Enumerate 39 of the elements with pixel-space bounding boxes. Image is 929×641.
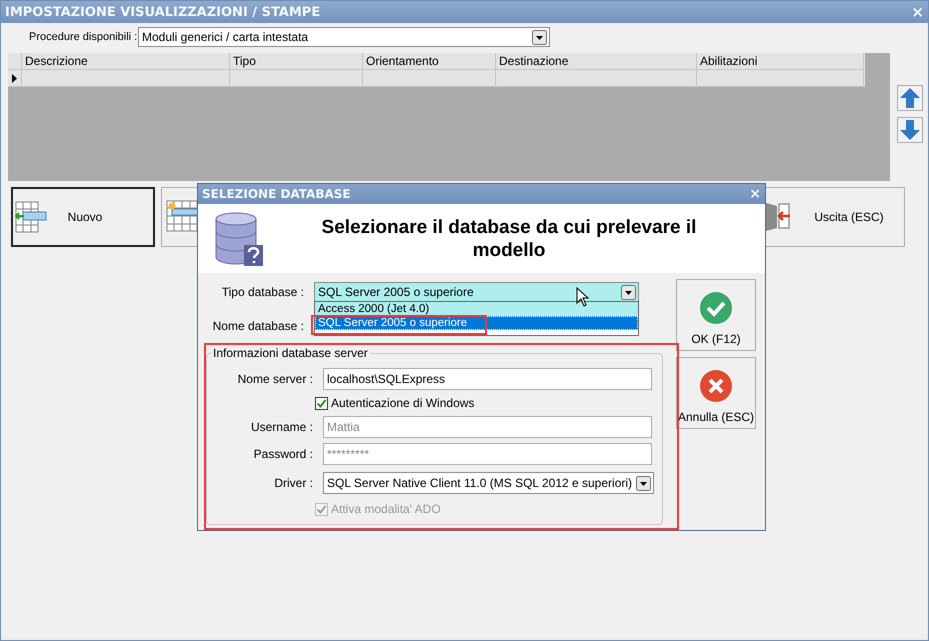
- driver-dropdown[interactable]: SQL Server Native Client 11.0 (MS SQL 2012 e superiori): [323, 472, 654, 494]
- ok-button[interactable]: OK (F12): [676, 279, 756, 351]
- checkbox-label: Autenticazione di Windows: [331, 396, 474, 410]
- procedure-dropdown[interactable]: Moduli generici / carta intestata: [138, 27, 550, 47]
- new-button[interactable]: Nuovo: [11, 187, 155, 247]
- field-label: Procedure disponibili :: [29, 31, 138, 43]
- move-down-button[interactable]: [897, 117, 923, 143]
- dialog-title: SELEZIONE DATABASE: [202, 187, 351, 201]
- row-pointer-icon: [12, 74, 17, 82]
- grid-cell[interactable]: [230, 70, 363, 87]
- field-label: Username :: [250, 420, 313, 434]
- checkbox-label: Attiva modalita' ADO: [331, 502, 441, 516]
- exit-button[interactable]: Uscita (ESC): [765, 187, 905, 247]
- grid-cell[interactable]: [22, 70, 230, 87]
- server-name-field[interactable]: localhost\SQLExpress: [323, 368, 652, 390]
- row-selector-cell[interactable]: [8, 70, 22, 87]
- cancel-button[interactable]: Annulla (ESC): [676, 357, 756, 429]
- grid-cell[interactable]: [363, 70, 496, 87]
- grid-cell[interactable]: [496, 70, 697, 87]
- database-question-icon: [214, 210, 264, 266]
- down-arrow-icon: [899, 119, 921, 141]
- up-arrow-icon: [899, 87, 921, 109]
- field-label: Driver :: [273, 476, 313, 490]
- close-icon: [700, 370, 732, 402]
- field-label: Nome server :: [236, 372, 313, 386]
- checkmark-icon: [700, 292, 732, 324]
- field-label: Tipo database :: [220, 285, 304, 299]
- field-label: Nome database :: [212, 319, 304, 333]
- grid-cell[interactable]: [697, 70, 864, 87]
- checkbox[interactable]: [315, 396, 328, 410]
- move-up-button[interactable]: [897, 85, 923, 111]
- table-insert-icon: [15, 201, 47, 233]
- dropdown-option[interactable]: SQL Server 2005 o superiore: [315, 316, 638, 330]
- dialog-heading: Selezionare il database da cui prelevare il modello: [320, 216, 698, 262]
- dropdown-option[interactable]: Access 2000 (Jet 4.0): [315, 302, 638, 316]
- window-title: IMPOSTAZIONE VISUALIZZAZIONI / STAMPE: [5, 4, 320, 20]
- group-title: Informazioni database server: [211, 346, 370, 360]
- field-label: Password :: [252, 447, 313, 461]
- database-type-dropdown[interactable]: SQL Server 2005 o superiore: [314, 282, 639, 302]
